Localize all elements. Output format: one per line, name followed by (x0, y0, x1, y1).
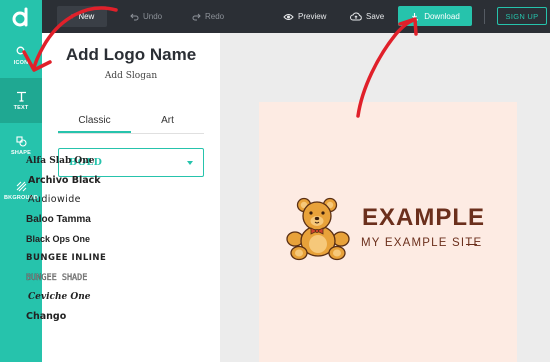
annotation-arrows (22, 6, 418, 118)
annotation-arrow-left (32, 6, 118, 70)
annotation-arrow-right (356, 18, 416, 118)
